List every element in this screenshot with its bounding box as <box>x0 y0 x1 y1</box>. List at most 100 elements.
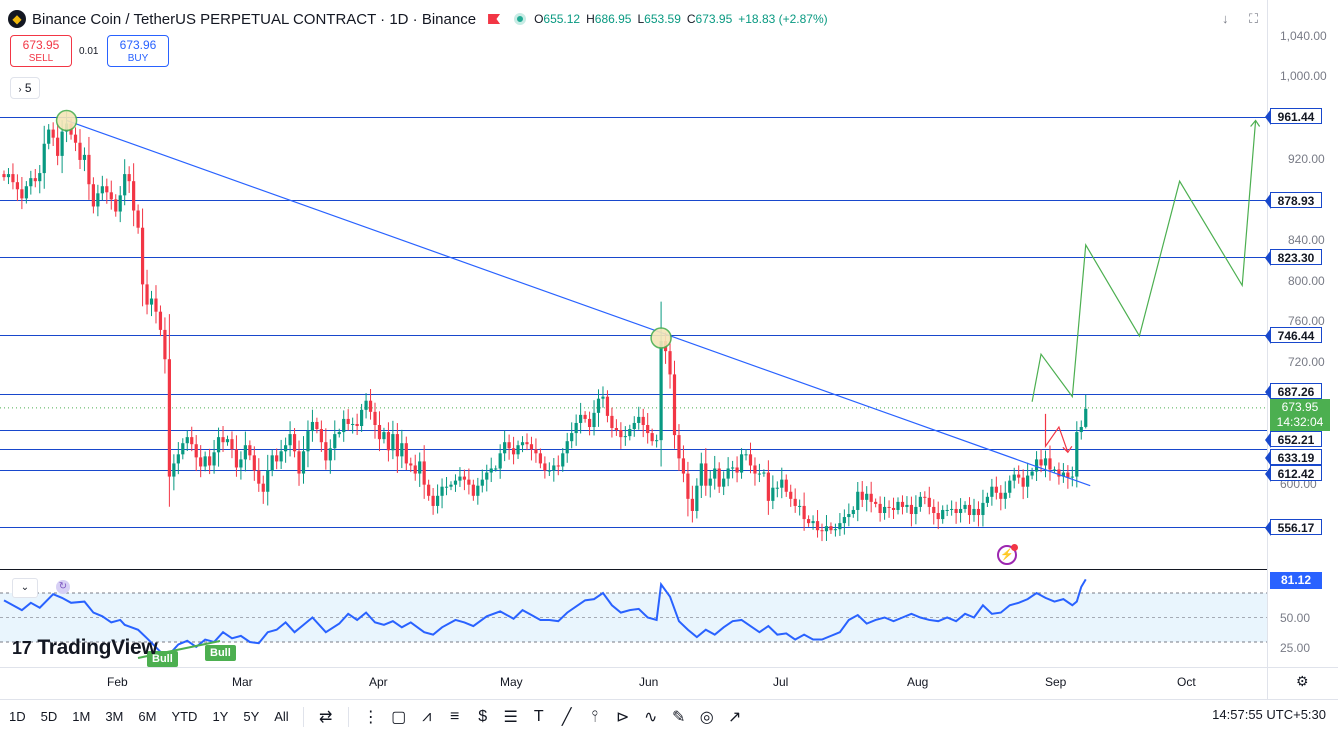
eye-tool-icon[interactable]: ◎ <box>693 707 721 727</box>
market-status-icon[interactable] <box>514 13 527 25</box>
level-tag[interactable]: 746.44 <box>1265 327 1322 344</box>
interval-badge[interactable]: › 5 <box>10 77 40 99</box>
candle-body <box>333 434 337 449</box>
candle-body <box>690 498 694 511</box>
projection-down-path[interactable] <box>1044 413 1069 453</box>
timeframe-button[interactable]: 6M <box>138 709 156 724</box>
clock[interactable]: 14:57:55 UTC+5:30 <box>1212 707 1326 722</box>
candle-body <box>252 455 256 471</box>
candle-body <box>985 496 989 503</box>
candle-body <box>20 189 24 199</box>
candle-body <box>105 186 109 193</box>
bull-label: Bull <box>205 645 236 661</box>
candle-body <box>136 210 140 228</box>
x-tick: Aug <box>907 675 929 689</box>
arrow-tool-icon[interactable]: ↗ <box>721 707 749 727</box>
level-tag[interactable]: 612.42 <box>1265 465 1322 482</box>
candle-body <box>766 472 770 501</box>
rectangle-tool-icon[interactable]: ▢ <box>385 707 413 727</box>
candle-body <box>695 485 699 511</box>
level-tag[interactable]: 961.44 <box>1265 108 1322 125</box>
path-tool-icon[interactable]: ∿ <box>637 707 665 727</box>
candle-body <box>427 484 431 496</box>
lightning-alert-icon[interactable]: ⚡ <box>997 544 1018 565</box>
candle-body <box>775 487 779 489</box>
projection-up-path[interactable] <box>1031 120 1257 402</box>
candle-body <box>284 445 288 452</box>
drag-handle-icon[interactable]: ⋮ <box>357 707 385 727</box>
last-price-tag[interactable]: 673.95 14:32:04 <box>1270 399 1330 431</box>
candle-body <box>91 184 95 207</box>
candle-body <box>900 501 905 507</box>
collapse-pane-button[interactable]: ⌄ <box>12 578 38 598</box>
timeframe-button[interactable]: 1Y <box>212 709 228 724</box>
text-tool-icon[interactable]: T <box>525 708 553 726</box>
level-tag[interactable]: 652.21 <box>1265 431 1322 448</box>
settings-gear-icon[interactable]: ⚙ <box>1296 673 1309 690</box>
timeframe-button[interactable]: YTD <box>171 709 197 724</box>
timeframe-button[interactable]: All <box>274 709 288 724</box>
touch-point-circle <box>55 109 78 132</box>
symbol-header[interactable]: ◆ Binance Coin / TetherUS PERPETUAL CONT… <box>8 8 828 30</box>
pattern-tool-icon[interactable]: ⩘ <box>413 708 441 726</box>
date-range-icon[interactable]: ⇄ <box>312 707 340 727</box>
timeframe-button[interactable]: 3M <box>105 709 123 724</box>
ohlc-high: H686.95 <box>586 12 632 26</box>
candle-body <box>292 434 297 452</box>
candlestick-series[interactable] <box>2 111 1088 542</box>
timeframe-button[interactable]: 5Y <box>243 709 259 724</box>
candle-body <box>963 504 967 509</box>
candle-body <box>882 506 887 514</box>
buy-button[interactable]: 673.96 BUY <box>107 35 169 67</box>
candle-body <box>999 492 1003 499</box>
bottom-toolbar: 1D 5D 1M 3M 6M YTD 1Y 5Y All ⇄ ⋮ ▢ ⩘ ≡ $… <box>0 699 1338 733</box>
candle-body <box>780 479 784 488</box>
level-tag[interactable]: 633.19 <box>1265 449 1322 466</box>
candle-body <box>520 442 525 446</box>
candle-body <box>1079 427 1083 433</box>
candle-body <box>891 507 896 510</box>
trend-line-tool-icon[interactable]: ╱ <box>553 707 581 727</box>
level-tag[interactable]: 556.17 <box>1265 519 1322 536</box>
tradingview-logo[interactable]: 17 TradingView <box>12 636 158 660</box>
candle-body <box>221 437 225 443</box>
arrow-down-icon[interactable]: ↓ <box>1222 11 1229 26</box>
candle-body <box>874 501 878 504</box>
candle-body <box>757 473 762 475</box>
level-tag[interactable]: 687.26 <box>1265 383 1322 400</box>
channel-tool-icon[interactable]: ☰ <box>497 707 525 727</box>
candle-body <box>789 491 793 499</box>
forecast-tool-icon[interactable]: ⊳ <box>609 707 637 727</box>
candle-body <box>127 174 131 182</box>
toolbar-divider <box>302 706 304 727</box>
chart-canvas[interactable] <box>0 0 1338 699</box>
timeframe-button[interactable]: 1M <box>72 709 90 724</box>
sell-button[interactable]: 673.95 SELL <box>10 35 72 67</box>
candle-body <box>945 509 949 511</box>
timeframe-button[interactable]: 1D <box>9 709 26 724</box>
candle-body <box>2 174 6 178</box>
candle-body <box>109 192 113 200</box>
sell-price: 673.95 <box>22 38 60 52</box>
candle-body <box>435 495 440 506</box>
fullscreen-icon[interactable]: ⛶ <box>1249 11 1258 27</box>
refresh-icon[interactable]: ↻ <box>56 580 70 594</box>
candle-body <box>860 491 864 500</box>
long-position-tool-icon[interactable]: ⫯ <box>581 708 609 726</box>
candle-body <box>596 398 601 413</box>
fib-tool-icon[interactable]: ≡ <box>441 708 469 726</box>
price-range-tool-icon[interactable]: $ <box>469 708 497 726</box>
x-tick: May <box>500 675 523 689</box>
candle-body <box>833 529 838 531</box>
brush-tool-icon[interactable]: ✎ <box>665 707 693 727</box>
candle-body <box>887 506 891 508</box>
candle-body <box>677 435 681 459</box>
level-tag[interactable]: 823.30 <box>1265 249 1322 266</box>
flag-icon[interactable] <box>488 14 501 24</box>
sell-label: SELL <box>28 53 54 64</box>
timeframe-button[interactable]: 5D <box>41 709 58 724</box>
symbol-title[interactable]: Binance Coin / TetherUS PERPETUAL CONTRA… <box>32 11 476 28</box>
level-tag[interactable]: 878.93 <box>1265 192 1322 209</box>
touch-points[interactable] <box>55 109 672 349</box>
candle-body <box>60 131 64 156</box>
